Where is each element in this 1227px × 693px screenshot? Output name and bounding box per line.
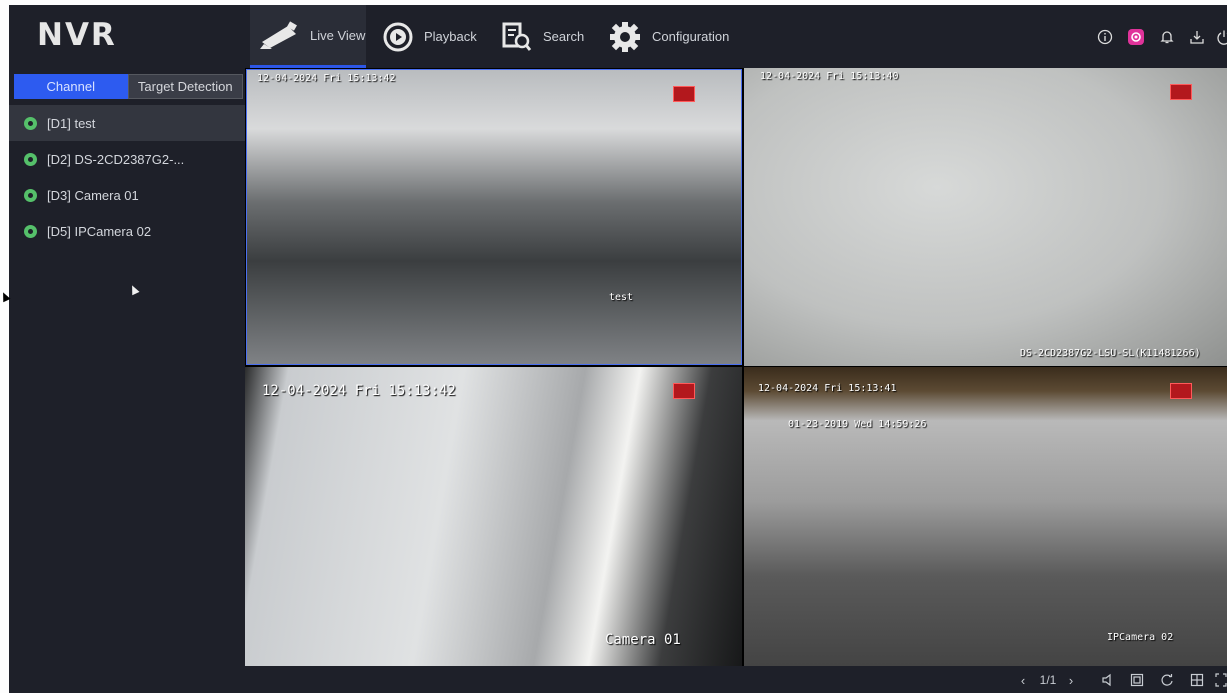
channel-item-d1[interactable]: [D1] test — [9, 105, 245, 141]
record-indicator-icon — [673, 383, 695, 399]
bell-icon[interactable] — [1157, 27, 1177, 47]
speaker-icon[interactable] — [1100, 672, 1116, 688]
sidebar: Channel Target Detection [D1] test [D2] … — [9, 68, 245, 693]
sidebar-tabs: Channel Target Detection — [14, 74, 243, 99]
tab-live-view-label: Live View — [310, 27, 366, 43]
osd-camera-name: IPCamera 02 — [1107, 632, 1174, 643]
fullscreen-icon[interactable] — [1215, 672, 1227, 688]
gear-icon — [608, 20, 642, 54]
search-icon — [501, 21, 533, 53]
tab-configuration[interactable]: Configuration — [608, 5, 729, 68]
top-bar: NVR Live View Playback Search Configurat… — [9, 5, 1227, 68]
nvr-app: NVR Live View Playback Search Configurat… — [9, 5, 1227, 693]
record-indicator-icon — [673, 86, 695, 102]
bottom-bar: ‹ 1/1 › — [245, 666, 1227, 693]
tab-channel[interactable]: Channel — [14, 74, 128, 99]
online-camera-icon — [24, 188, 37, 202]
next-page-button[interactable]: › — [1064, 672, 1078, 688]
camera-icon — [258, 20, 300, 50]
online-camera-icon — [24, 224, 37, 238]
osd-timestamp: 12-04-2024 Fri 15:13:42 — [262, 383, 456, 399]
refresh-icon[interactable] — [1159, 672, 1175, 688]
tab-playback[interactable]: Playback — [382, 5, 477, 68]
channel-item-d5[interactable]: [D5] IPCamera 02 — [9, 213, 245, 249]
channel-label: [D3] Camera 01 — [47, 187, 139, 203]
video-cell-d1[interactable]: 12-04-2024 Fri 15:13:42 test — [246, 69, 742, 365]
osd-timestamp: 12-04-2024 Fri 15:13:40 — [760, 71, 899, 82]
tab-live-view[interactable]: Live View — [250, 5, 366, 68]
channel-label: [D2] DS-2CD2387G2-... — [47, 151, 185, 167]
playback-icon — [382, 21, 414, 53]
video-cell-d2[interactable]: 12-04-2024 Fri 15:13:40 DS-2CD2387G2-LSU… — [744, 68, 1227, 366]
video-cell-d5[interactable]: 12-04-2024 Fri 15:13:41 01-23-2019 Wed 1… — [744, 367, 1227, 666]
video-cell-d3[interactable]: 12-04-2024 Fri 15:13:42 Camera 01 — [245, 367, 742, 666]
prev-page-button[interactable]: ‹ — [1016, 672, 1030, 688]
tab-search[interactable]: Search — [501, 5, 584, 68]
tab-search-label: Search — [543, 29, 585, 44]
camera-app-icon[interactable] — [1126, 27, 1146, 47]
osd-timestamp: 12-04-2024 Fri 15:13:41 — [758, 383, 897, 394]
channel-label: [D5] IPCamera 02 — [47, 223, 152, 239]
channel-item-d2[interactable]: [D2] DS-2CD2387G2-... — [9, 141, 245, 177]
tab-playback-label: Playback — [424, 29, 477, 44]
info-icon[interactable] — [1095, 27, 1115, 47]
live-view-grid: 12-04-2024 Fri 15:13:42 test 12-04-2024 … — [245, 68, 1227, 666]
record-indicator-icon — [1170, 383, 1192, 399]
download-icon[interactable] — [1187, 27, 1207, 47]
osd-camera-name: test — [609, 292, 634, 303]
osd-camera-name: DS-2CD2387G2-LSU-SL(K11481266) — [1020, 348, 1201, 359]
record-indicator-icon — [1170, 84, 1192, 100]
layout-1x1-icon[interactable] — [1129, 672, 1145, 688]
tab-configuration-label: Configuration — [652, 29, 730, 44]
online-camera-icon — [24, 116, 37, 130]
osd-inner-timestamp: 01-23-2019 Wed 14:59:26 — [788, 419, 927, 430]
tab-target-detection[interactable]: Target Detection — [127, 74, 243, 99]
osd-timestamp: 12-04-2024 Fri 15:13:42 — [257, 73, 396, 84]
app-logo: NVR — [37, 17, 117, 53]
layout-2x2-icon[interactable] — [1189, 672, 1205, 688]
online-camera-icon — [24, 152, 37, 166]
osd-camera-name: Camera 01 — [605, 632, 681, 648]
channel-list: [D1] test [D2] DS-2CD2387G2-... [D3] Cam… — [9, 105, 245, 249]
page-indicator: 1/1 — [1039, 673, 1057, 687]
channel-label: [D1] test — [47, 115, 96, 131]
channel-item-d3[interactable]: [D3] Camera 01 — [9, 177, 245, 213]
power-icon[interactable] — [1214, 27, 1227, 47]
